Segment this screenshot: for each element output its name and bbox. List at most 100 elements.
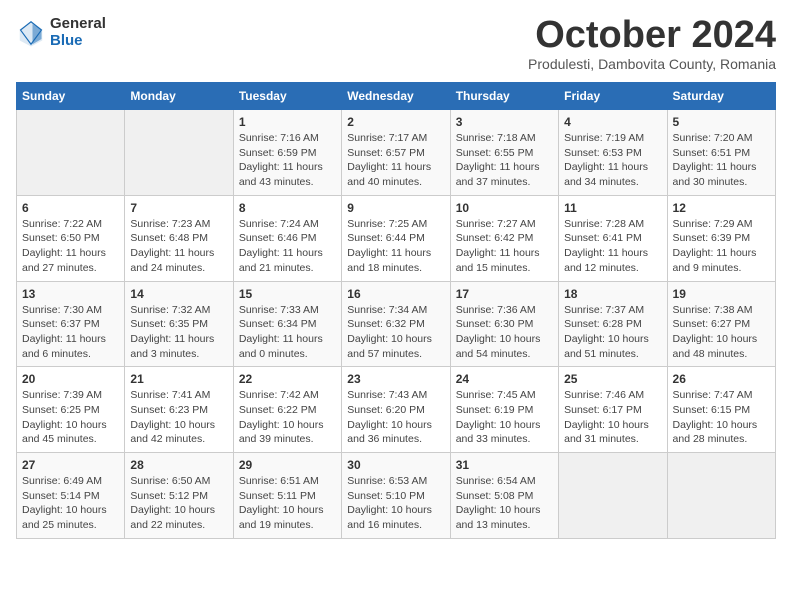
- day-info: Sunrise: 7:29 AM Sunset: 6:39 PM Dayligh…: [673, 217, 770, 276]
- day-info: Sunrise: 7:20 AM Sunset: 6:51 PM Dayligh…: [673, 131, 770, 190]
- day-cell: 18Sunrise: 7:37 AM Sunset: 6:28 PM Dayli…: [559, 281, 667, 367]
- day-number: 17: [456, 287, 553, 301]
- day-cell: 20 Sunrise: 7:39 AM Sunset: 6:25 PM Dayli…: [17, 367, 125, 453]
- day-number: 12: [673, 201, 770, 215]
- header-cell-monday: Monday: [125, 83, 233, 110]
- day-cell: 9 Sunrise: 7:25 AM Sunset: 6:44 PM Daylig…: [342, 195, 450, 281]
- header-cell-friday: Friday: [559, 83, 667, 110]
- logo-blue: Blue: [50, 33, 106, 50]
- day-info: Sunrise: 7:16 AM Sunset: 6:59 PM Dayligh…: [239, 131, 336, 190]
- day-info: Sunrise: 7:42 AM Sunset: 6:22 PM Dayligh…: [239, 388, 336, 447]
- day-number: 20: [22, 372, 119, 386]
- header-cell-saturday: Saturday: [667, 83, 775, 110]
- day-number: 28: [130, 458, 227, 472]
- day-number: 14: [130, 287, 227, 301]
- day-number: 27: [22, 458, 119, 472]
- day-number: 21: [130, 372, 227, 386]
- day-cell: 17Sunrise: 7:36 AM Sunset: 6:30 PM Dayli…: [450, 281, 558, 367]
- day-number: 2: [347, 115, 444, 129]
- day-info: Sunrise: 7:30 AM Sunset: 6:37 PM Dayligh…: [22, 303, 119, 362]
- day-number: 25: [564, 372, 661, 386]
- day-number: 4: [564, 115, 661, 129]
- header-row: SundayMondayTuesdayWednesdayThursdayFrid…: [17, 83, 776, 110]
- header-cell-sunday: Sunday: [17, 83, 125, 110]
- day-number: 6: [22, 201, 119, 215]
- day-number: 31: [456, 458, 553, 472]
- day-info: Sunrise: 7:27 AM Sunset: 6:42 PM Dayligh…: [456, 217, 553, 276]
- day-cell: 31 Sunrise: 6:54 AM Sunset: 5:08 PM Dayli…: [450, 453, 558, 539]
- day-cell: [125, 110, 233, 196]
- day-cell: 1Sunrise: 7:16 AM Sunset: 6:59 PM Daylig…: [233, 110, 341, 196]
- day-cell: 29 Sunrise: 6:51 AM Sunset: 5:11 PM Dayli…: [233, 453, 341, 539]
- day-cell: 26Sunrise: 7:47 AM Sunset: 6:15 PM Dayli…: [667, 367, 775, 453]
- day-cell: 12 Sunrise: 7:29 AM Sunset: 6:39 PM Dayli…: [667, 195, 775, 281]
- day-number: 22: [239, 372, 336, 386]
- day-cell: 5 Sunrise: 7:20 AM Sunset: 6:51 PM Daylig…: [667, 110, 775, 196]
- day-number: 5: [673, 115, 770, 129]
- day-cell: 28 Sunrise: 6:50 AM Sunset: 5:12 PM Dayli…: [125, 453, 233, 539]
- day-cell: 21 Sunrise: 7:41 AM Sunset: 6:23 PM Dayli…: [125, 367, 233, 453]
- header-cell-thursday: Thursday: [450, 83, 558, 110]
- day-info: Sunrise: 7:47 AM Sunset: 6:15 PM Dayligh…: [673, 388, 770, 447]
- day-info: Sunrise: 7:39 AM Sunset: 6:25 PM Dayligh…: [22, 388, 119, 447]
- day-cell: 10 Sunrise: 7:27 AM Sunset: 6:42 PM Dayli…: [450, 195, 558, 281]
- day-info: Sunrise: 7:25 AM Sunset: 6:44 PM Dayligh…: [347, 217, 444, 276]
- day-info: Sunrise: 7:24 AM Sunset: 6:46 PM Dayligh…: [239, 217, 336, 276]
- day-cell: 8 Sunrise: 7:24 AM Sunset: 6:46 PM Daylig…: [233, 195, 341, 281]
- week-row-4: 20 Sunrise: 7:39 AM Sunset: 6:25 PM Dayli…: [17, 367, 776, 453]
- day-number: 11: [564, 201, 661, 215]
- day-cell: 30Sunrise: 6:53 AM Sunset: 5:10 PM Dayli…: [342, 453, 450, 539]
- day-info: Sunrise: 7:46 AM Sunset: 6:17 PM Dayligh…: [564, 388, 661, 447]
- day-cell: 13Sunrise: 7:30 AM Sunset: 6:37 PM Dayli…: [17, 281, 125, 367]
- header-cell-wednesday: Wednesday: [342, 83, 450, 110]
- day-cell: 3 Sunrise: 7:18 AM Sunset: 6:55 PM Daylig…: [450, 110, 558, 196]
- day-cell: 7 Sunrise: 7:23 AM Sunset: 6:48 PM Daylig…: [125, 195, 233, 281]
- day-info: Sunrise: 6:54 AM Sunset: 5:08 PM Dayligh…: [456, 474, 553, 533]
- day-info: Sunrise: 7:38 AM Sunset: 6:27 PM Dayligh…: [673, 303, 770, 362]
- day-cell: 27 Sunrise: 6:49 AM Sunset: 5:14 PM Dayli…: [17, 453, 125, 539]
- day-number: 9: [347, 201, 444, 215]
- day-info: Sunrise: 6:53 AM Sunset: 5:10 PM Dayligh…: [347, 474, 444, 533]
- day-info: Sunrise: 7:33 AM Sunset: 6:34 PM Dayligh…: [239, 303, 336, 362]
- location-subtitle: Produlesti, Dambovita County, Romania: [528, 56, 776, 72]
- day-info: Sunrise: 7:17 AM Sunset: 6:57 PM Dayligh…: [347, 131, 444, 190]
- day-cell: [667, 453, 775, 539]
- week-row-2: 6 Sunrise: 7:22 AM Sunset: 6:50 PM Daylig…: [17, 195, 776, 281]
- day-info: Sunrise: 7:28 AM Sunset: 6:41 PM Dayligh…: [564, 217, 661, 276]
- day-number: 19: [673, 287, 770, 301]
- week-row-3: 13Sunrise: 7:30 AM Sunset: 6:37 PM Dayli…: [17, 281, 776, 367]
- day-number: 8: [239, 201, 336, 215]
- day-cell: 25 Sunrise: 7:46 AM Sunset: 6:17 PM Dayli…: [559, 367, 667, 453]
- day-cell: 16Sunrise: 7:34 AM Sunset: 6:32 PM Dayli…: [342, 281, 450, 367]
- day-number: 18: [564, 287, 661, 301]
- day-cell: [17, 110, 125, 196]
- day-info: Sunrise: 7:23 AM Sunset: 6:48 PM Dayligh…: [130, 217, 227, 276]
- day-number: 3: [456, 115, 553, 129]
- logo-text: General Blue: [50, 16, 106, 49]
- week-row-1: 1Sunrise: 7:16 AM Sunset: 6:59 PM Daylig…: [17, 110, 776, 196]
- day-number: 7: [130, 201, 227, 215]
- day-info: Sunrise: 7:41 AM Sunset: 6:23 PM Dayligh…: [130, 388, 227, 447]
- day-cell: 22 Sunrise: 7:42 AM Sunset: 6:22 PM Dayli…: [233, 367, 341, 453]
- day-number: 10: [456, 201, 553, 215]
- day-number: 24: [456, 372, 553, 386]
- day-number: 29: [239, 458, 336, 472]
- day-cell: 6 Sunrise: 7:22 AM Sunset: 6:50 PM Daylig…: [17, 195, 125, 281]
- day-number: 15: [239, 287, 336, 301]
- day-info: Sunrise: 6:51 AM Sunset: 5:11 PM Dayligh…: [239, 474, 336, 533]
- day-info: Sunrise: 7:18 AM Sunset: 6:55 PM Dayligh…: [456, 131, 553, 190]
- day-info: Sunrise: 6:50 AM Sunset: 5:12 PM Dayligh…: [130, 474, 227, 533]
- day-cell: 4Sunrise: 7:19 AM Sunset: 6:53 PM Daylig…: [559, 110, 667, 196]
- day-info: Sunrise: 7:45 AM Sunset: 6:19 PM Dayligh…: [456, 388, 553, 447]
- day-cell: 14Sunrise: 7:32 AM Sunset: 6:35 PM Dayli…: [125, 281, 233, 367]
- logo-icon: [16, 18, 46, 48]
- day-info: Sunrise: 7:22 AM Sunset: 6:50 PM Dayligh…: [22, 217, 119, 276]
- page-header: General Blue October 2024 Produlesti, Da…: [16, 16, 776, 72]
- logo-general: General: [50, 16, 106, 33]
- month-title: October 2024: [528, 16, 776, 54]
- day-cell: 15 Sunrise: 7:33 AM Sunset: 6:34 PM Dayli…: [233, 281, 341, 367]
- day-cell: 19 Sunrise: 7:38 AM Sunset: 6:27 PM Dayli…: [667, 281, 775, 367]
- day-info: Sunrise: 6:49 AM Sunset: 5:14 PM Dayligh…: [22, 474, 119, 533]
- logo: General Blue: [16, 16, 106, 49]
- day-number: 16: [347, 287, 444, 301]
